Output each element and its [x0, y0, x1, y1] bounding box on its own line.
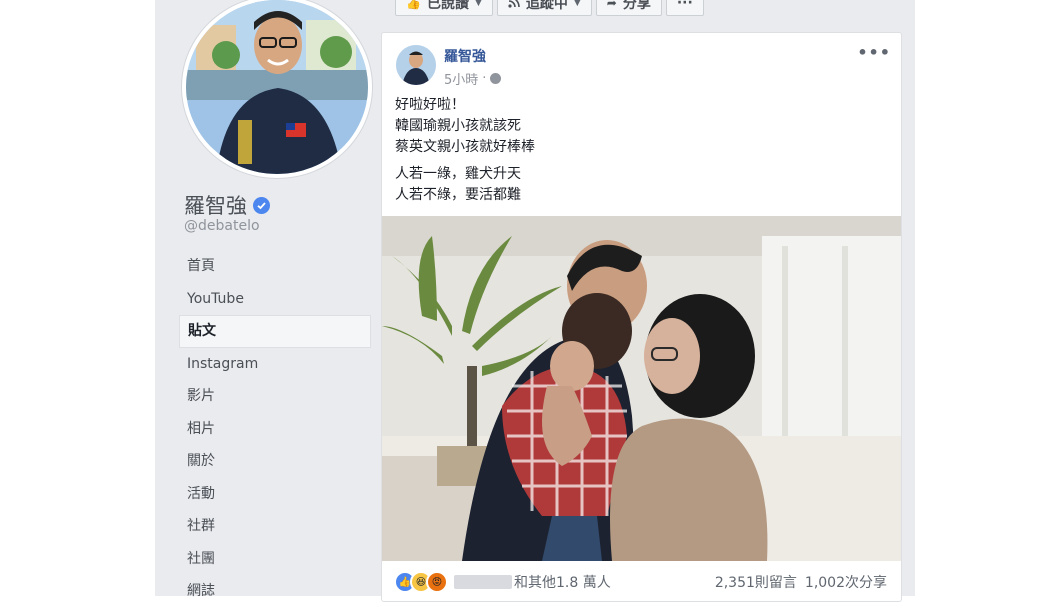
post-options-button[interactable]: •••	[857, 43, 891, 62]
blurred-name-redaction	[454, 575, 512, 589]
nav-item-home[interactable]: 首頁	[179, 250, 371, 283]
chevron-down-icon: ▼	[573, 0, 581, 8]
liked-button[interactable]: 👍 已說讚 ▼	[395, 0, 493, 16]
post-stats: 2,351則留言 1,002次分享	[715, 572, 887, 592]
share-count[interactable]: 1,002次分享	[805, 572, 887, 592]
nav-item-notes[interactable]: 網誌	[179, 575, 371, 608]
post-photo[interactable]	[382, 216, 901, 561]
post-paragraph: 人若一綠，雞犬升天 人若不綠，要活都難	[395, 164, 535, 206]
post-line: 人若一綠，雞犬升天	[395, 166, 521, 182]
post-author-avatar[interactable]	[396, 45, 436, 85]
post-line: 韓國瑜親小孩就該死	[395, 118, 521, 134]
page-name[interactable]: 羅智強	[184, 190, 270, 220]
post-paragraph: 好啦好啦！ 韓國瑜親小孩就該死 蔡英文親小孩就好棒棒	[395, 95, 535, 158]
angry-reaction-icon: 😡	[426, 571, 448, 593]
more-icon: ···	[676, 0, 693, 11]
meta-separator: ·	[482, 71, 487, 86]
reaction-count: 和其他1.8 萬人	[514, 575, 611, 591]
post-line: 蔡英文親小孩就好棒棒	[395, 139, 535, 155]
post-line: 好啦好啦！	[395, 97, 465, 113]
verified-badge-icon	[253, 196, 270, 214]
share-arrow-icon: ➦	[606, 0, 617, 10]
page-handle[interactable]: @debatelo	[184, 218, 260, 234]
nav-item-community[interactable]: 社群	[179, 510, 371, 543]
post-timestamp[interactable]: 5小時	[444, 69, 478, 88]
reactions-summary[interactable]: 👍 😆 😡 和其他1.8 萬人	[394, 571, 611, 593]
nav-item-events[interactable]: 活動	[179, 478, 371, 511]
share-label: 分享	[622, 0, 651, 12]
comment-count[interactable]: 2,351則留言	[715, 572, 797, 592]
nav-item-groups[interactable]: 社團	[179, 543, 371, 576]
nav-item-instagram[interactable]: Instagram	[179, 348, 371, 381]
page-name-text: 羅智強	[184, 194, 247, 218]
post-body-text: 好啦好啦！ 韓國瑜親小孩就該死 蔡英文親小孩就好棒棒 人若一綠，雞犬升天 人若不…	[395, 95, 535, 212]
rss-icon	[508, 0, 520, 11]
post-author-name[interactable]: 羅智強	[444, 46, 486, 66]
post-line: 人若不綠，要活都難	[395, 187, 521, 203]
page-action-bar: 👍 已說讚 ▼ 追蹤中 ▼ ➦ 分享 ···	[395, 0, 704, 16]
nav-item-photos[interactable]: 相片	[179, 413, 371, 446]
profile-picture[interactable]	[186, 0, 368, 174]
globe-icon	[490, 73, 502, 84]
more-button[interactable]: ···	[665, 0, 704, 16]
nav-item-youtube[interactable]: YouTube	[179, 283, 371, 316]
post-card: 羅智強 5小時 · ••• 好啦好啦！ 韓國瑜親小孩就該死 蔡英文親小孩就好棒棒…	[381, 32, 902, 602]
chevron-down-icon: ▼	[474, 0, 482, 8]
thumbs-up-icon: 👍	[406, 0, 421, 10]
share-button[interactable]: ➦ 分享	[595, 0, 662, 16]
following-button[interactable]: 追蹤中 ▼	[496, 0, 592, 16]
post-meta: 5小時 ·	[444, 69, 502, 88]
nav-item-videos[interactable]: 影片	[179, 380, 371, 413]
nav-item-posts[interactable]: 貼文	[179, 315, 371, 348]
nav-item-about[interactable]: 關於	[179, 445, 371, 478]
page-side-nav: 首頁 YouTube 貼文 Instagram 影片 相片 關於 活動 社群 社…	[179, 250, 371, 608]
liked-label: 已說讚	[426, 0, 469, 12]
following-label: 追蹤中	[525, 0, 568, 12]
